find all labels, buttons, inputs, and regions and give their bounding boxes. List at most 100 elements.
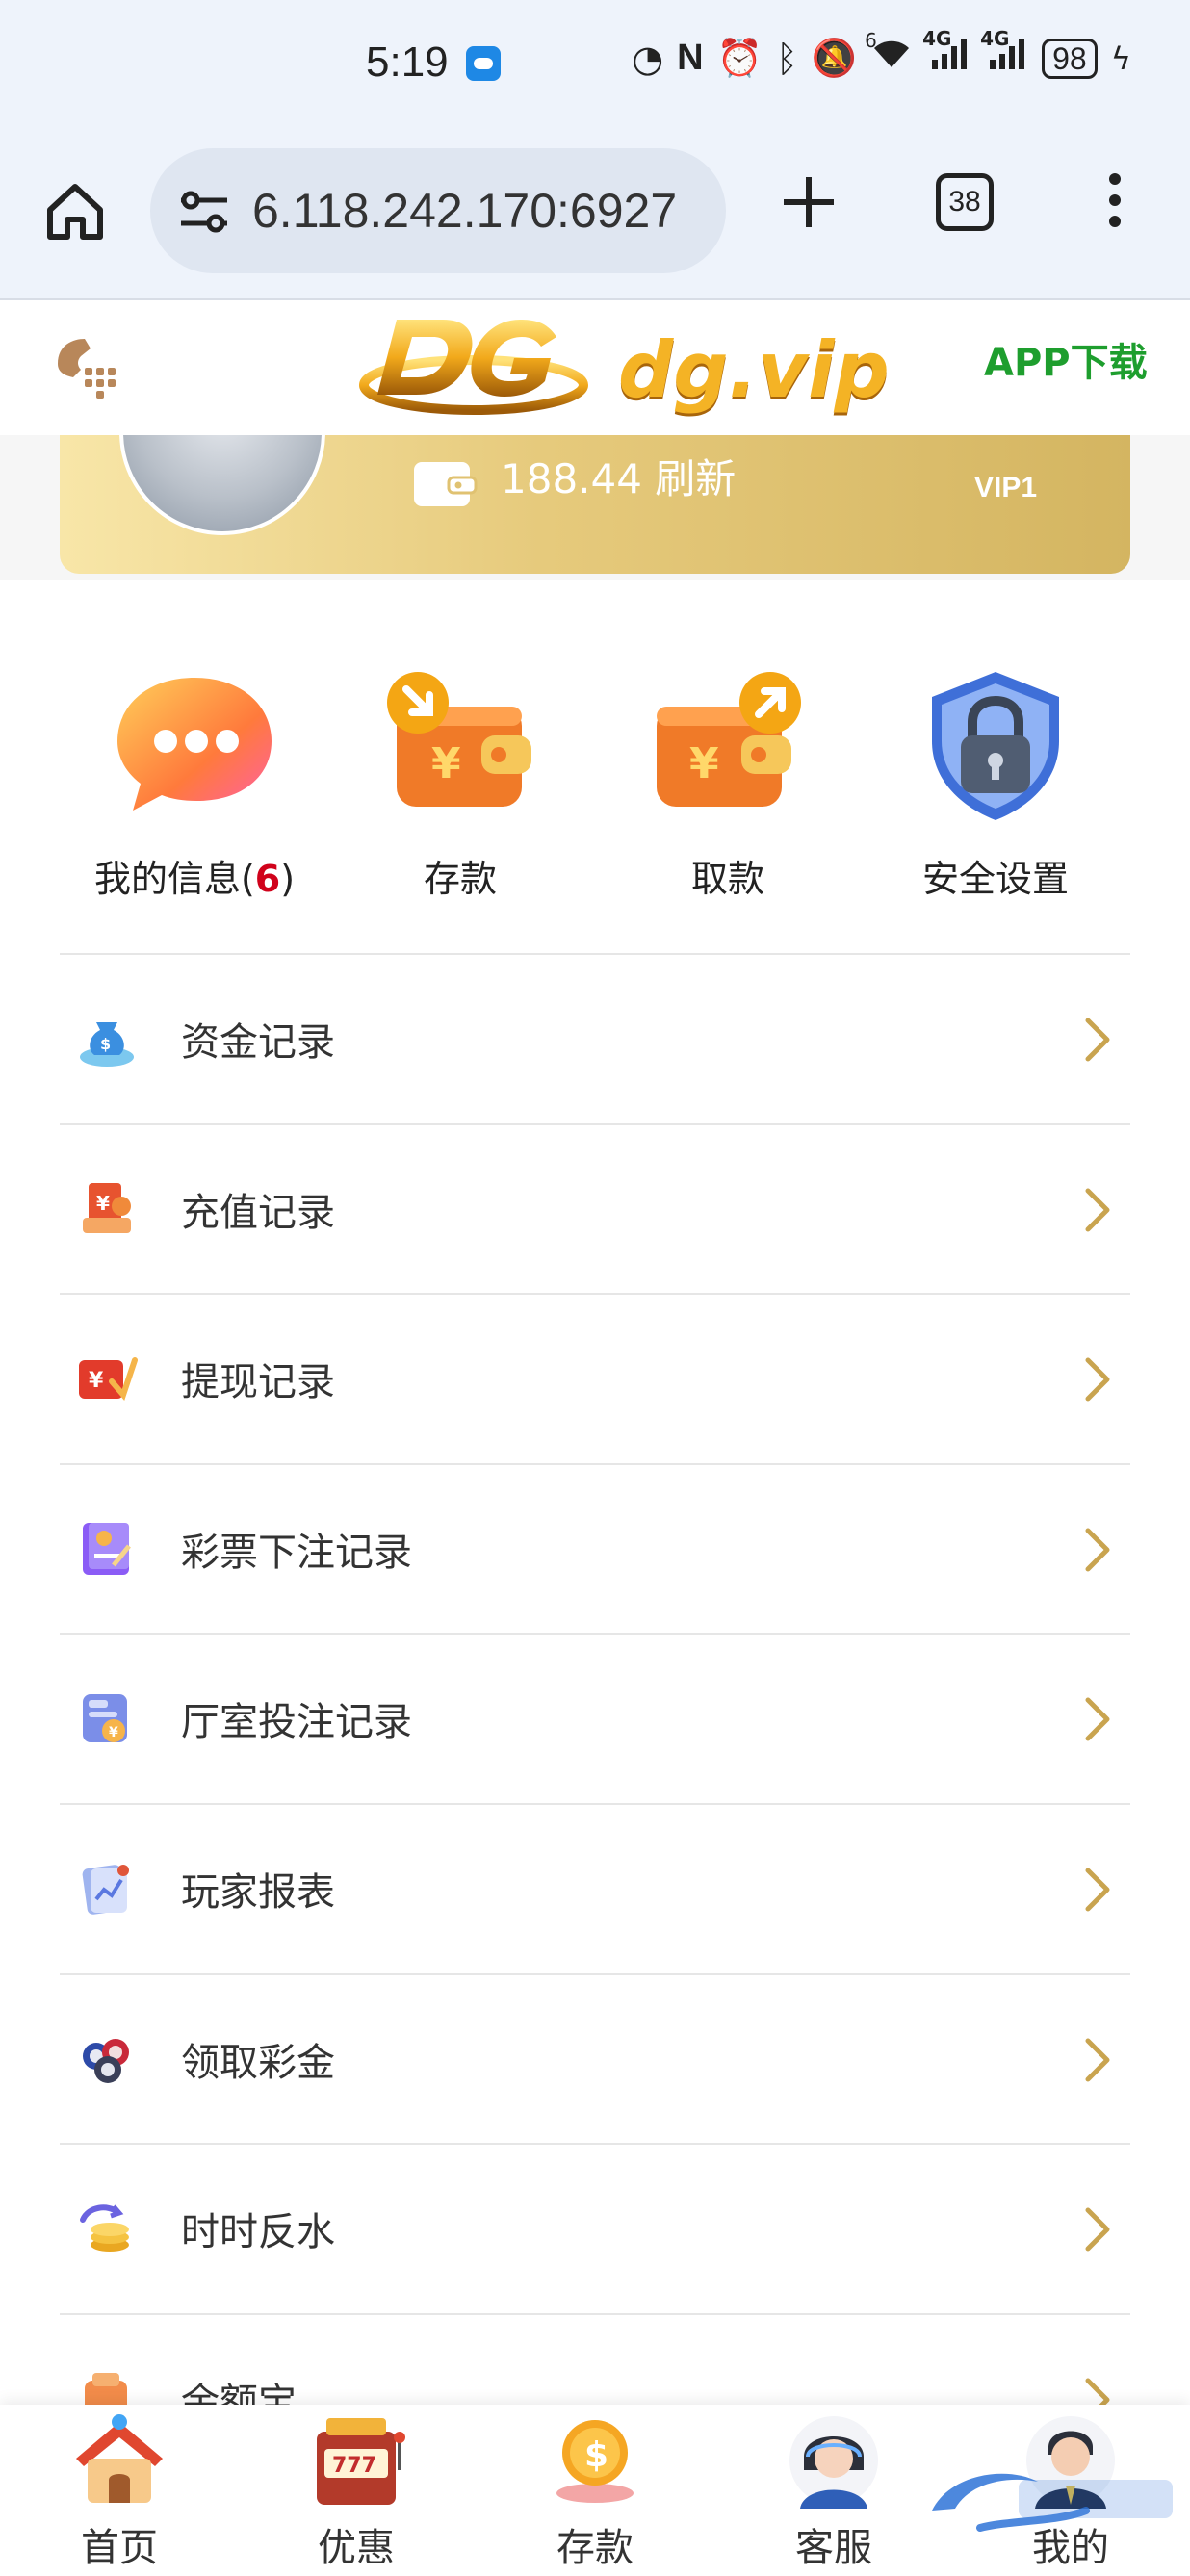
nav-label: 存款 [556,2526,634,2570]
list-item-lottery-bet-records[interactable]: 彩票下注记录 [60,1462,1130,1634]
list-item-withdraw-records[interactable]: ¥ 提现记录 [60,1293,1130,1463]
nav-label: 客服 [795,2526,872,2570]
alarm-icon: ⏰ [716,37,763,79]
support-agent-icon [789,2416,878,2509]
nav-customer-service[interactable]: 客服 [747,2405,920,2576]
list-item-fund-records[interactable]: $ 资金记录 [60,953,1130,1123]
vip-badge: VIP1 [974,472,1038,503]
list-item-label: 领取彩金 [181,2040,335,2085]
chevron-right-icon [1085,1018,1110,1062]
list-item-instant-rebate[interactable]: 时时反水 [60,2143,1130,2313]
browser-toolbar: 6.118.242.170:6927 38 [0,135,1190,300]
wallet-icon [414,462,478,506]
svg-text:¥: ¥ [689,739,719,788]
home-icon [47,184,103,240]
chevron-right-icon [1085,1868,1110,1912]
svg-text:$: $ [584,2435,608,2475]
list-item-hall-bet-records[interactable]: ¥ 厅室投注记录 [60,1633,1130,1803]
new-tab-button[interactable] [776,169,841,235]
status-bar: 5:19 ◔ N ⏰ ᛒ 🔕 6 4G 4G 98 ϟ [0,0,1190,135]
list-item-label: 充值记录 [181,1190,335,1235]
nav-label: 首页 [81,2526,158,2570]
chevron-right-icon [1085,1528,1110,1572]
nfc-icon: N [677,38,704,78]
slot-machine-icon: 777 [317,2418,405,2505]
bluetooth-icon: ᛒ [775,37,798,80]
menu-dot-icon [1109,194,1121,206]
svg-text:¥: ¥ [109,1725,118,1740]
status-time: 5:19 [366,39,449,86]
security-label: 安全设置 [921,858,1069,900]
messages-label: 我的信息( [93,858,255,900]
list-item-label: 厅室投注记录 [181,1700,412,1745]
battery-icon: 98 [1042,38,1098,79]
speedometer-icon: ◔ [632,37,664,80]
weather-icon [466,46,501,81]
balance-refresh[interactable]: 188.44 刷新 [501,447,736,505]
nav-label: 优惠 [318,2526,395,2570]
charging-icon: ϟ [1110,39,1131,77]
phone-keypad-icon[interactable] [52,335,119,399]
network-type-2: 4G [980,27,1010,50]
logo-text: dg.vip [618,325,890,415]
money-bag-icon: $ [80,1022,134,1067]
list-item-label: 提现记录 [181,1360,335,1405]
messages-count-badge: 6 [254,858,281,900]
quick-actions: 我的信息(6) ¥ 存款 ¥ 取款 安全设置 [0,635,1190,924]
quick-action-messages[interactable]: 我的信息(6) [69,635,320,914]
plus-icon [784,177,834,227]
chevron-right-icon [1085,1697,1110,1741]
site-header: dg.vip APP下载 [0,300,1190,435]
browser-home-button[interactable] [40,177,110,246]
list-item-claim-bonus[interactable]: 领取彩金 [60,1972,1130,2144]
rebate-coins-icon [80,2204,129,2253]
chevron-right-icon [1085,1357,1110,1402]
home-house-icon [76,2414,163,2503]
coin-icon: $ [556,2420,634,2503]
messages-label-suffix: ) [280,858,296,900]
signal-icon-1: 4G [922,27,970,80]
site-settings-icon[interactable] [177,191,231,233]
quick-action-withdraw[interactable]: ¥ 取款 [603,635,853,914]
avatar[interactable] [119,435,325,535]
bet-card-icon: ¥ [83,1694,127,1743]
nav-deposit[interactable]: $ 存款 [508,2405,682,2576]
browser-menu-button[interactable] [1103,173,1126,235]
quick-action-label: 我的信息(6) [69,849,320,902]
quick-action-security[interactable]: 安全设置 [870,635,1121,914]
svg-text:¥: ¥ [431,739,461,788]
site-logo[interactable]: dg.vip [358,308,890,422]
withdraw-record-icon: ¥ [79,1357,138,1402]
nav-promotions[interactable]: 777 优惠 [270,2405,443,2576]
deposit-label: 存款 [423,858,497,900]
withdraw-wallet-icon: ¥ [657,672,801,807]
quick-action-deposit[interactable]: ¥ 存款 [335,635,585,914]
menu-list: $ 资金记录 ¥ 充值记录 ¥ 提现记录 彩票下注记录 ¥ 厅室投注记录 玩家报… [60,953,1130,2483]
dg-logo-icon [359,320,588,415]
chevron-right-icon [1085,2038,1110,2082]
list-item-label: 彩票下注记录 [181,1530,412,1575]
nav-home[interactable]: 首页 [33,2405,206,2576]
chevron-right-icon [1085,2207,1110,2252]
address-bar[interactable]: 6.118.242.170:6927 [150,148,726,273]
list-item-label: 时时反水 [181,2210,335,2255]
user-card: 188.44 刷新 VIP1 [60,435,1130,574]
wifi-icon: 6 [865,29,913,80]
network-type-1: 4G [922,27,952,50]
signal-icon-2: 4G [980,27,1028,80]
status-icons: ◔ N ⏰ ᛒ 🔕 6 4G 4G 98 ϟ [632,27,1131,80]
tab-switcher-button[interactable]: 38 [936,173,994,231]
community-watermark-logo [932,2473,1173,2532]
security-lock-icon [932,672,1059,820]
url-text[interactable]: 6.118.242.170:6927 [252,183,677,239]
menu-dot-icon [1109,216,1121,227]
list-item-label: 资金记录 [181,1020,335,1065]
chevron-right-icon [1085,1188,1110,1232]
svg-text:777: 777 [332,2454,376,2478]
app-download-link[interactable]: APP下载 [984,331,1148,387]
report-icon [82,1864,129,1915]
list-item-label: 玩家报表 [181,1869,335,1915]
svg-text:$: $ [100,1035,111,1053]
list-item-recharge-records[interactable]: ¥ 充值记录 [60,1122,1130,1294]
list-item-player-report[interactable]: 玩家报表 [60,1802,1130,1973]
